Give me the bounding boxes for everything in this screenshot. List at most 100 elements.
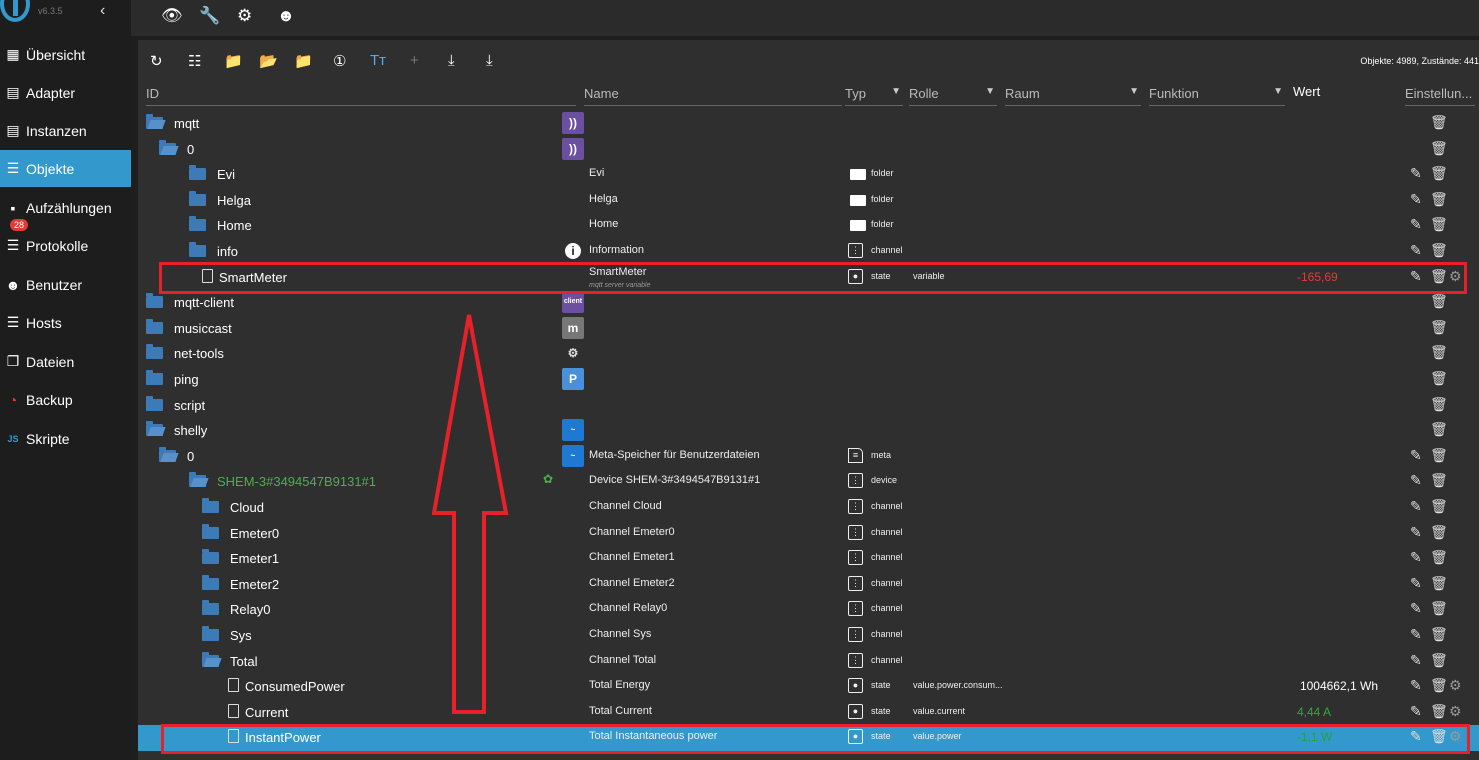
table-row[interactable]: Emeter2 Channel Emeter2 ⋮ channel ✎ 🗑 (138, 572, 1479, 598)
collapse-sidebar-icon[interactable]: ‹ (100, 2, 105, 20)
table-row[interactable]: musiccast m 🗑 (138, 316, 1479, 342)
table-row[interactable]: Emeter1 Channel Emeter1 ⋮ channel ✎ 🗑 (138, 546, 1479, 572)
folder-open-icon[interactable] (189, 472, 206, 488)
delete-icon[interactable]: 🗑 (1430, 626, 1448, 643)
eye-icon[interactable]: 👁 (161, 6, 183, 26)
folder-expand-all-icon[interactable]: 📁 (294, 52, 313, 70)
col-typ[interactable]: Typ ▼ (845, 86, 903, 106)
add-icon[interactable]: + (410, 52, 419, 69)
delete-icon[interactable]: 🗑 (1430, 472, 1448, 489)
delete-icon[interactable]: 🗑 (1430, 242, 1448, 259)
col-einstellungen[interactable]: Einstellun... (1405, 86, 1475, 106)
folder-icon[interactable] (202, 498, 219, 513)
folder-expand-icon[interactable]: 📂 (259, 52, 278, 70)
folder-icon[interactable] (189, 242, 206, 257)
gear-icon[interactable]: ⚙ (1449, 677, 1462, 694)
columns-icon[interactable]: ☷ (188, 52, 201, 70)
table-row[interactable]: Evi Evi folder ✎ 🗑 (138, 162, 1479, 188)
folder-icon[interactable] (202, 574, 219, 590)
table-row[interactable]: Home Home folder ✎ 🗑 (138, 213, 1479, 239)
delete-icon[interactable]: 🗑 (1430, 370, 1448, 387)
delete-icon[interactable]: 🗑 (1430, 114, 1448, 131)
nav-item-user[interactable]: ☻ Benutzer (0, 266, 131, 303)
edit-icon[interactable]: ✎ (1410, 165, 1422, 182)
folder-icon[interactable] (189, 216, 206, 232)
folder-icon[interactable] (146, 344, 163, 360)
edit-icon[interactable]: ✎ (1410, 498, 1422, 515)
table-row[interactable]: SHEM-3#3494547B9131#1 ✿ Device SHEM-3#3494… (138, 469, 1479, 495)
table-row[interactable]: Sys Channel Sys ⋮ channel ✎ 🗑 (138, 623, 1479, 649)
edit-icon[interactable]: ✎ (1410, 524, 1422, 541)
folder-icon[interactable] (202, 626, 219, 641)
text-size-icon[interactable]: Tт (370, 52, 386, 69)
edit-icon[interactable]: ✎ (1410, 652, 1422, 669)
delete-icon[interactable]: 🗑 (1430, 396, 1448, 413)
folder-icon[interactable] (189, 190, 206, 206)
col-raum[interactable]: Raum ▼ (1005, 86, 1141, 106)
delete-icon[interactable]: 🗑 (1430, 140, 1448, 157)
edit-icon[interactable]: ✎ (1410, 447, 1422, 464)
delete-icon[interactable]: 🗑 (1430, 498, 1448, 515)
table-row[interactable]: ping P 🗑 (138, 367, 1479, 393)
folder-icon[interactable] (202, 549, 219, 565)
table-row[interactable]: mqtt)) 🗑 (138, 111, 1479, 137)
edit-icon[interactable]: ✎ (1410, 242, 1422, 259)
col-id[interactable]: ID (146, 86, 576, 106)
delete-icon[interactable]: 🗑 (1430, 677, 1448, 694)
nav-item-grid[interactable]: ▦ Übersicht (0, 36, 131, 73)
delete-icon[interactable]: 🗑 (1430, 600, 1448, 617)
nav-item-store[interactable]: ▤ Adapter (0, 74, 131, 111)
table-row[interactable]: 0 ~ Meta-Speicher für Benutzerdateien ≡ meta… (138, 444, 1479, 470)
refresh-icon[interactable]: ↻ (150, 52, 163, 70)
table-row[interactable]: 0)) 🗑 (138, 137, 1479, 163)
edit-icon[interactable]: ✎ (1410, 677, 1422, 694)
delete-icon[interactable]: 🗑 (1430, 344, 1448, 361)
nav-item-backup[interactable]: ◔ Backup (0, 381, 131, 418)
expert-mode-icon[interactable]: ☻ (277, 6, 295, 26)
table-row[interactable]: Cloud Channel Cloud ⋮ channel ✎ 🗑 (138, 495, 1479, 521)
edit-icon[interactable]: ✎ (1410, 626, 1422, 643)
table-row[interactable]: shelly ~ 🗑 (138, 418, 1479, 444)
delete-icon[interactable]: 🗑 (1430, 293, 1448, 310)
folder-icon[interactable] (202, 600, 219, 616)
folder-icon[interactable] (202, 523, 219, 539)
folder-open-icon[interactable] (159, 139, 176, 155)
table-row[interactable]: script 🗑 (138, 393, 1479, 419)
table-row[interactable]: Helga Helga folder ✎ 🗑 (138, 188, 1479, 214)
folder-icon[interactable] (189, 165, 206, 181)
edit-icon[interactable]: ✎ (1410, 703, 1422, 720)
folder-icon[interactable] (146, 370, 163, 385)
table-row[interactable]: ConsumedPower Total Energy ● state value.pow… (138, 674, 1479, 700)
nav-item-log[interactable]: ☰ Protokolle 28 (0, 219, 131, 264)
delete-icon[interactable]: 🗑 (1430, 575, 1448, 592)
delete-icon[interactable]: 🗑 (1430, 319, 1448, 336)
upload-icon[interactable]: ⤓ (448, 52, 455, 69)
folder-open-icon[interactable] (159, 446, 176, 462)
table-row[interactable]: info i Information ⋮ channel ✎ 🗑 (138, 239, 1479, 265)
delete-icon[interactable]: 🗑 (1430, 216, 1448, 233)
edit-icon[interactable]: ✎ (1410, 191, 1422, 208)
folder-open-icon[interactable] (146, 421, 163, 437)
nav-item-list[interactable]: ☰ Objekte (0, 150, 131, 187)
row-value[interactable]: 1004662,1 Wh (1268, 679, 1378, 693)
delete-icon[interactable]: 🗑 (1430, 165, 1448, 182)
table-row[interactable]: net-tools ⚙ 🗑 (138, 341, 1479, 367)
delete-icon[interactable]: 🗑 (1430, 549, 1448, 566)
table-row[interactable]: Total Channel Total ⋮ channel ✎ 🗑 (138, 649, 1479, 675)
row-value[interactable]: 4,44 A (1297, 705, 1407, 719)
folder-icon[interactable] (146, 293, 163, 309)
gear-icon[interactable]: ⚙ (237, 6, 252, 26)
delete-icon[interactable]: 🗑 (1430, 191, 1448, 208)
edit-icon[interactable]: ✎ (1410, 575, 1422, 592)
nav-item-hosts[interactable]: ☰ Hosts (0, 304, 131, 341)
download-icon[interactable]: ⤓ (486, 52, 493, 69)
col-rolle[interactable]: Rolle ▼ (909, 86, 997, 106)
nav-item-instances[interactable]: ▤ Instanzen (0, 112, 131, 149)
edit-icon[interactable]: ✎ (1410, 216, 1422, 233)
folder-open-icon[interactable] (202, 651, 219, 667)
folder-open-icon[interactable] (146, 114, 163, 129)
delete-icon[interactable]: 🗑 (1430, 652, 1448, 669)
col-wert[interactable]: Wert (1293, 84, 1320, 103)
edit-icon[interactable]: ✎ (1410, 472, 1422, 489)
edit-icon[interactable]: ✎ (1410, 600, 1422, 617)
